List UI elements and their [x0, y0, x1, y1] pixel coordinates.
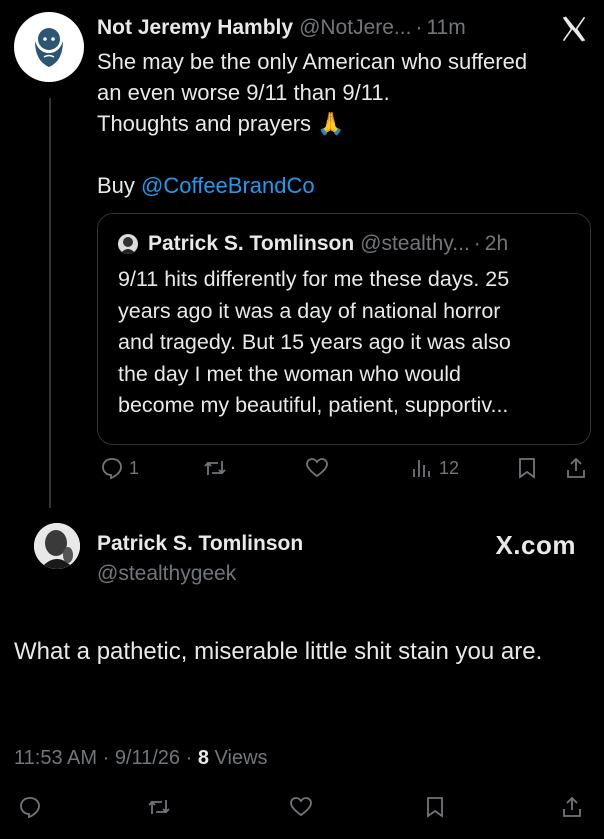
share-button[interactable] [564, 456, 588, 480]
quoted-display-name: Patrick S. Tomlinson [148, 232, 355, 255]
x-logo-icon[interactable] [560, 15, 588, 43]
quoted-tweet-text: 9/11 hits differently for me these days.… [118, 264, 570, 422]
bookmark-button[interactable] [515, 456, 539, 480]
reply-button[interactable]: 1 [100, 456, 139, 480]
display-name[interactable]: Patrick S. Tomlinson [97, 530, 303, 558]
quoted-text-line: 9/11 hits differently for me these days.… [118, 267, 510, 291]
tweet-author: Patrick S. Tomlinson @stealthygeek [97, 530, 303, 588]
tweet-text: She may be the only American who suffere… [97, 46, 592, 201]
retweet-icon [148, 800, 170, 814]
share-button[interactable] [560, 795, 584, 819]
quoted-timestamp: 2h [484, 232, 509, 255]
views-chart-icon [413, 460, 430, 477]
quoted-avatar [118, 234, 138, 254]
bookmark-icon [427, 797, 443, 818]
tweet-text-line: Thoughts and prayers 🙏 [97, 111, 345, 136]
quoted-text-line: and tragedy. But 15 years ago it was als… [118, 330, 511, 354]
like-button[interactable] [289, 795, 313, 819]
username[interactable]: @NotJere... [299, 14, 411, 42]
separator-dot: · [97, 747, 115, 769]
views-label: Views [208, 747, 268, 769]
tweet-metadata: 11:53 AM · 9/11/26 · 8 Views [14, 747, 268, 770]
views-button[interactable]: 12 [410, 456, 459, 480]
avatar[interactable] [34, 523, 80, 569]
reply-icon [20, 797, 40, 819]
retweet-button[interactable] [203, 456, 227, 480]
thread-connector-line [49, 98, 51, 508]
tweet-action-bar [0, 795, 604, 825]
buy-text: Buy [97, 173, 142, 198]
avatar[interactable] [14, 12, 84, 82]
tweet-text-line: Buy @CoffeeBrandCo [97, 170, 592, 201]
retweet-icon [204, 461, 226, 475]
reply-icon [102, 458, 122, 480]
quoted-tweet-header: Patrick S. Tomlinson @stealthy... · 2h [118, 230, 570, 258]
person-photo-icon [118, 234, 138, 254]
separator-dot: · [180, 747, 198, 769]
share-icon [563, 796, 581, 817]
mention-link[interactable]: @CoffeeBrandCo [141, 173, 315, 198]
bookmark-button[interactable] [423, 795, 447, 819]
quoted-text-line: become my beautiful, patient, supportiv.… [118, 393, 509, 417]
heart-icon [306, 458, 328, 478]
bearded-face-icon [35, 28, 63, 67]
tweet-header: Not Jeremy Hambly @NotJere... · 11m [97, 14, 592, 42]
tweet-date[interactable]: 9/11/26 [115, 747, 180, 769]
views-count: 8 [197, 747, 209, 769]
tweet-time[interactable]: 11:53 AM [14, 747, 97, 769]
heart-icon [290, 797, 312, 817]
quoted-text-line: years ago it was a day of national horro… [118, 298, 501, 323]
username[interactable]: @stealthygeek [97, 560, 303, 588]
tweet-text: What a pathetic, miserable little shit s… [14, 638, 543, 665]
timestamp[interactable]: 11m [426, 14, 465, 42]
quoted-text-line: the day I met the woman who would [118, 361, 461, 386]
views-count: 12 [439, 457, 460, 478]
display-name[interactable]: Not Jeremy Hambly [97, 14, 293, 42]
tweet-text-line: an even worse 9/11 than 9/11. [97, 80, 390, 105]
share-icon [567, 457, 585, 478]
reply-button[interactable] [18, 795, 42, 819]
separator-dot: · [473, 232, 481, 255]
tweet-action-bar: 1 12 [0, 456, 604, 486]
tweet-text-line: She may be the only American who suffere… [97, 49, 528, 74]
quoted-tweet-card[interactable]: Patrick S. Tomlinson @stealthy... · 2h 9… [97, 213, 591, 445]
bookmark-icon [519, 458, 535, 479]
reply-count: 1 [129, 457, 140, 478]
x-com-brand: X.com [495, 530, 576, 560]
quoted-username: @stealthy... [360, 232, 470, 255]
like-button[interactable] [305, 456, 329, 480]
tweet-main: Not Jeremy Hambly @NotJere... · 11m She … [97, 14, 592, 201]
separator-dot: · [415, 16, 423, 39]
person-photo-icon [34, 523, 80, 569]
retweet-button[interactable] [147, 795, 171, 819]
